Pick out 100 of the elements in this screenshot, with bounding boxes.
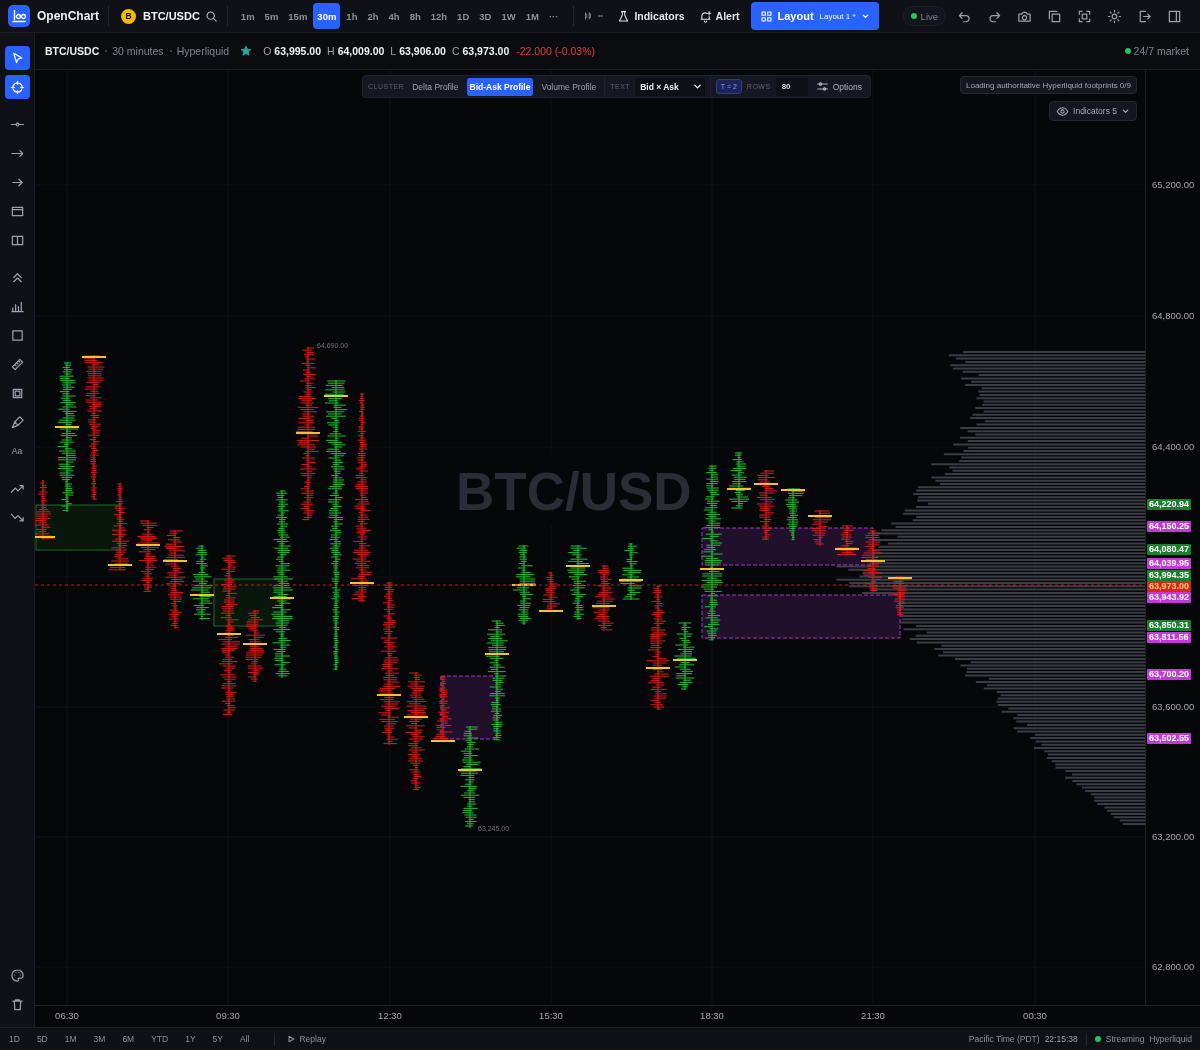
sliders-icon: [815, 80, 829, 93]
ohlc-value: 63,995.00: [274, 45, 322, 57]
range-button[interactable]: 6M: [122, 1034, 143, 1044]
range-button[interactable]: All: [240, 1034, 258, 1044]
alert-button[interactable]: Alert: [698, 9, 740, 23]
eye-icon: [1056, 104, 1070, 118]
copy-icon: [1046, 8, 1062, 24]
price-marker: 63,502.55: [1147, 733, 1192, 744]
timezone-label[interactable]: Pacific Time (PDT): [968, 1034, 1040, 1044]
range-button[interactable]: 5D: [36, 1034, 56, 1044]
price-marker: 64,080.47: [1147, 544, 1192, 555]
price-change: -22.000 (-0.03%): [516, 45, 596, 57]
timeframe-tab[interactable]: 30m: [313, 3, 341, 29]
range-button[interactable]: 1M: [64, 1034, 85, 1044]
app-name: OpenChart: [37, 9, 99, 23]
price-axis-label: 63,200.00: [1152, 831, 1195, 843]
zone-rectangle[interactable]: [701, 594, 901, 639]
profile-mode-tab[interactable]: Delta Profile: [409, 77, 462, 96]
timeframe-tab[interactable]: 5m: [260, 3, 283, 29]
indicators-button[interactable]: Indicators: [617, 9, 685, 23]
rectangle-icon: [9, 327, 25, 343]
text-tool-button[interactable]: Aa: [4, 439, 30, 463]
timeframe-tab[interactable]: 15m: [284, 3, 312, 29]
range-button[interactable]: YTD: [151, 1034, 177, 1044]
flask-icon: [617, 9, 631, 23]
trash-icon: [9, 996, 25, 1012]
options-button[interactable]: Options: [812, 77, 865, 96]
timeframe-tab[interactable]: 1m: [236, 3, 259, 29]
footprint-candle: [591, 564, 617, 631]
live-indicator[interactable]: Live: [902, 6, 947, 26]
layout-name: Layout 1 *: [819, 11, 856, 21]
time-axis-label: 00:30: [1023, 1010, 1047, 1021]
timeframe-tab[interactable]: 2h: [363, 3, 383, 29]
ruler-icon: [9, 356, 25, 372]
chart-type-icon[interactable]: [583, 11, 594, 21]
range-button[interactable]: 5Y: [212, 1034, 231, 1044]
time-axis-label: 15:30: [539, 1010, 563, 1021]
logo-icon[interactable]: [8, 5, 30, 27]
time-axis-label: 06:30: [55, 1010, 79, 1021]
price-axis-label: 63,600.00: [1152, 701, 1195, 713]
live-label: Live: [920, 10, 939, 22]
stream-status: Streaming: [1105, 1034, 1145, 1044]
timeframe-tab[interactable]: 12h: [426, 3, 452, 29]
ohlc-label: L: [390, 45, 397, 57]
ohlc-label: O: [263, 45, 272, 57]
timeframe-tab[interactable]: 1h: [342, 3, 362, 29]
coin-badge: B: [121, 8, 136, 24]
price-marker: 63,850.31: [1147, 620, 1192, 631]
timeframe-tab[interactable]: 1W: [497, 3, 520, 29]
cursor-tool-button[interactable]: [4, 46, 30, 70]
profile-mode-tab[interactable]: Bid-Ask Profile: [466, 77, 534, 96]
search-icon[interactable]: [204, 9, 218, 23]
timeframe-tab[interactable]: 4h: [384, 3, 404, 29]
price-marker: 64,150.25: [1147, 521, 1192, 532]
time-axis-label: 09:30: [216, 1010, 240, 1021]
legend-symbol: BTC/USDC: [45, 45, 100, 57]
symbol-name[interactable]: BTC/USDC: [143, 10, 200, 22]
more-timeframes-button[interactable]: ···: [544, 3, 563, 29]
price-marker: 63,994.35: [1147, 570, 1192, 581]
profile-mode-tab[interactable]: Volume Profile: [538, 77, 600, 96]
timeframe-tab[interactable]: 1M: [521, 3, 543, 29]
text-mode-dropdown[interactable]: Bid × Ask: [635, 77, 705, 96]
time-axis-label: 21:30: [861, 1010, 885, 1021]
footprint-candle: [753, 469, 779, 541]
ohlc-label: H: [327, 45, 335, 57]
rows-field[interactable]: 80: [775, 77, 808, 96]
timeframe-tab[interactable]: 3D: [475, 3, 496, 29]
ohlc-value: 63,906.00: [399, 45, 446, 57]
fullscreen-icon: [1076, 8, 1092, 24]
sun-icon: [1106, 8, 1122, 24]
favorite-star-icon[interactable]: [240, 45, 253, 57]
price-axis-label: 64,400.00: [1152, 441, 1195, 453]
stream-source: Hyperliquid: [1149, 1034, 1192, 1044]
ohlc-value: 63,973.00: [462, 45, 510, 57]
replay-button[interactable]: Replay: [287, 1034, 334, 1044]
market-status: 24/7 market: [1133, 45, 1189, 57]
layout-button[interactable]: Layout Layout 1 *: [750, 2, 879, 30]
clock-time: 22:15:38: [1044, 1034, 1078, 1044]
price-marker: 63,700.20: [1147, 669, 1192, 680]
price-marker: 63,973.00: [1147, 581, 1192, 592]
price-axis-label: 64,800.00: [1152, 310, 1195, 322]
legend-interval: 30 minutes: [112, 45, 164, 57]
play-icon: [287, 1035, 296, 1043]
price-marker: 64,220.94: [1147, 499, 1192, 510]
brush-icon: [9, 414, 25, 430]
timeframe-tab[interactable]: 1D: [453, 3, 474, 29]
price-marker: 63,943.92: [1147, 592, 1192, 603]
price-marker: 64,039.95: [1147, 558, 1192, 569]
bell-plus-icon: [698, 9, 712, 23]
timeframe-tab[interactable]: 8h: [405, 3, 425, 29]
crosshair-tool-button[interactable]: [4, 75, 30, 99]
time-axis-label: 12:30: [378, 1010, 402, 1021]
ohlc-value: 64,009.00: [337, 45, 385, 57]
range-button[interactable]: 1Y: [185, 1034, 204, 1044]
grid-icon: [759, 9, 773, 23]
range-button[interactable]: 3M: [93, 1034, 114, 1044]
legend-exchange: Hyperliquid: [176, 45, 230, 57]
price-marker: 63,811.56: [1147, 632, 1191, 643]
range-button[interactable]: 1D: [9, 1034, 28, 1044]
indicators-visibility-button[interactable]: Indicators 5: [1049, 101, 1137, 121]
